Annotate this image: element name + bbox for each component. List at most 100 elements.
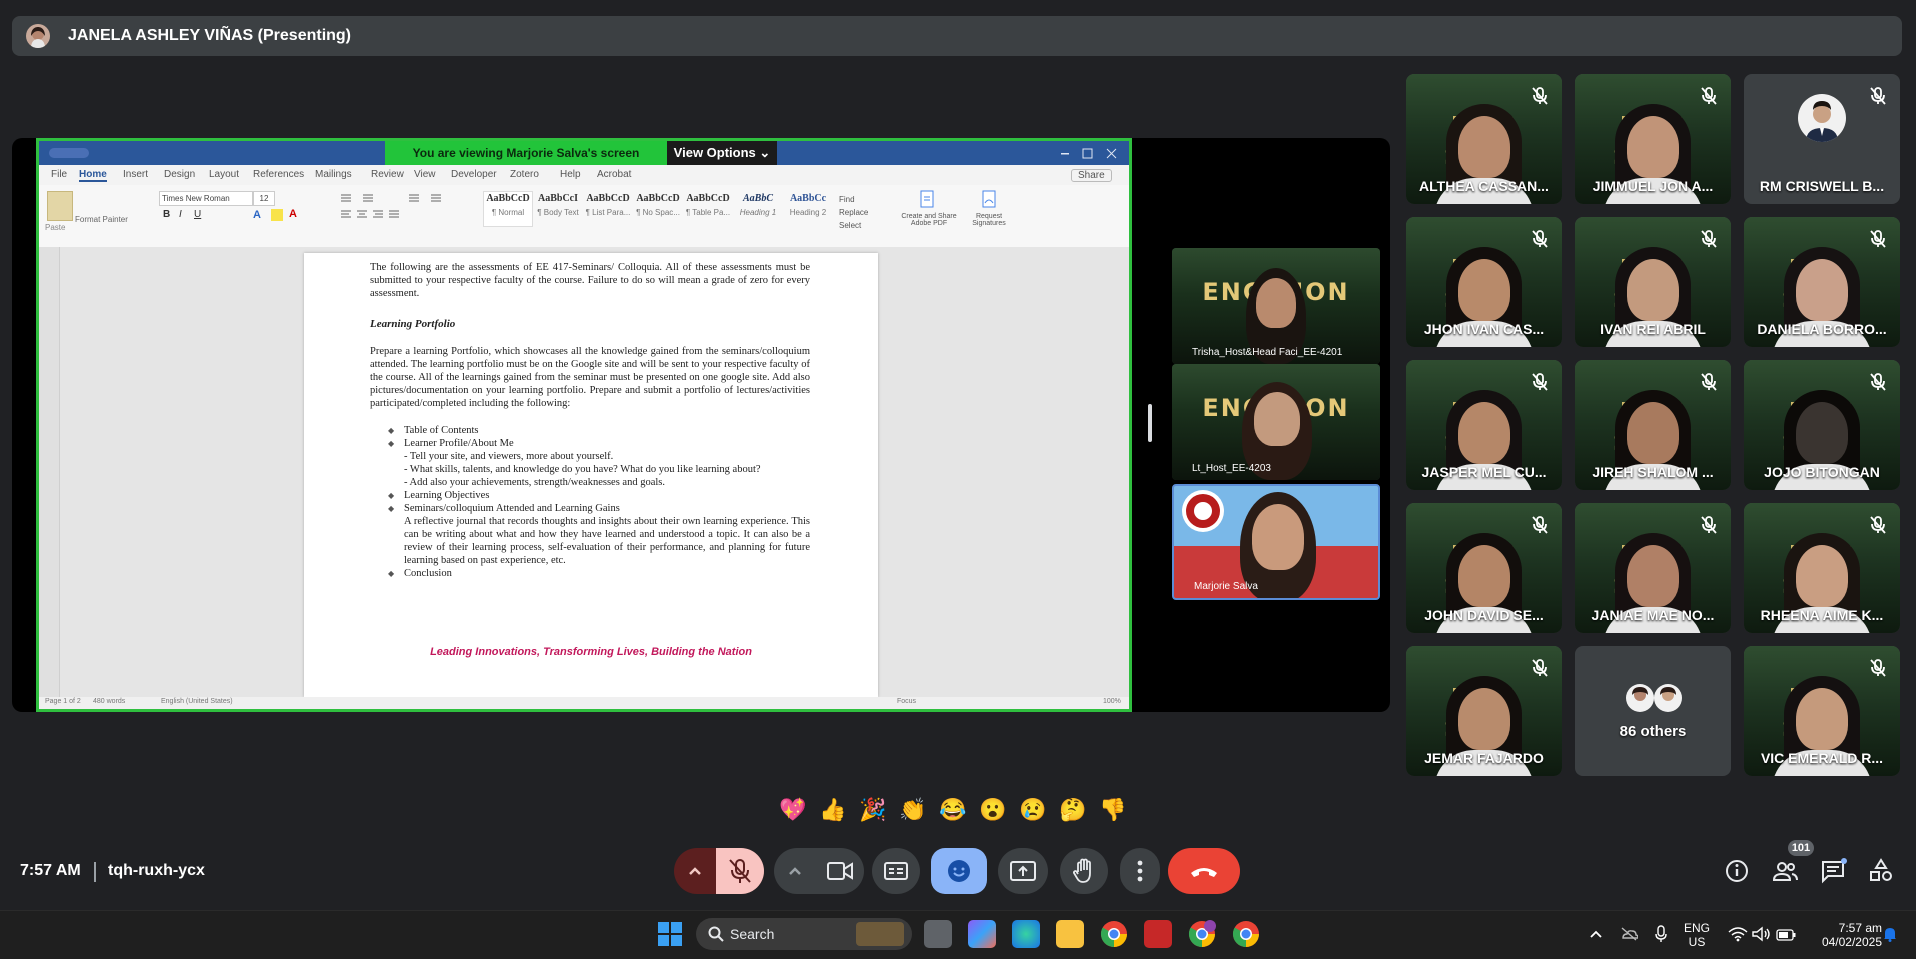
reaction-surprised[interactable]: 😮 (976, 793, 1010, 827)
people-button[interactable] (1770, 856, 1800, 886)
microphone-tray-icon[interactable] (1654, 925, 1668, 943)
participant-tile[interactable]: ENG SIONJIREH SHALOM ... (1575, 360, 1731, 490)
participant-tile[interactable]: ENG SIONJASPER MEL CU... (1406, 360, 1562, 490)
tab-home[interactable]: Home (79, 169, 107, 182)
tray-chevron-up-icon[interactable] (1588, 926, 1604, 942)
onedrive-off-icon[interactable] (1620, 926, 1639, 942)
autosave-toggle[interactable] (49, 148, 89, 158)
mic-off-button[interactable] (716, 848, 764, 894)
task-view-icon[interactable] (924, 920, 952, 948)
file-explorer-icon[interactable] (1056, 920, 1084, 948)
style-table-para[interactable]: AaBbCcD ¶ Table Pa... (683, 191, 733, 227)
find-button[interactable]: Find (839, 193, 868, 206)
leave-call-button[interactable] (1168, 848, 1240, 894)
reaction-thumbs-up[interactable]: 👍 (816, 793, 850, 827)
font-color-icon[interactable]: A (289, 208, 297, 220)
select-button[interactable]: Select (839, 219, 868, 232)
side-video-2[interactable]: ENG SION Lt_Host_EE-4203 (1172, 364, 1380, 480)
font-size-field[interactable]: 12 (253, 191, 275, 206)
tab-file[interactable]: File (51, 169, 67, 180)
split-resize-handle[interactable] (1148, 404, 1152, 442)
style-body-text[interactable]: AaBbCcI ¶ Body Text (533, 191, 583, 227)
side-video-1[interactable]: ENG SION Trisha_Host&Head Faci_EE-4201 (1172, 248, 1380, 364)
chrome-app-icon[interactable] (1232, 920, 1260, 948)
paste-icon[interactable] (47, 191, 73, 221)
volume-icon[interactable] (1752, 926, 1770, 942)
participant-tile[interactable]: ENG SIONRHEENA AIME K... (1744, 503, 1900, 633)
document-page[interactable]: The following are the assessments of EE … (304, 253, 878, 697)
bold-button[interactable]: B (163, 209, 170, 220)
create-share-pdf-button[interactable]: Create and Share Adobe PDF (897, 213, 961, 227)
participant-tile[interactable]: ENG SIONIVAN REI ABRIL (1575, 217, 1731, 347)
participant-tile[interactable]: ENG SIONJHON IVAN CAS... (1406, 217, 1562, 347)
tab-insert[interactable]: Insert (123, 169, 148, 180)
tab-mailings[interactable]: Mailings (315, 169, 352, 180)
system-clock[interactable]: 7:57 am 04/02/2025 (1806, 921, 1882, 949)
participant-tile[interactable]: 86 others (1575, 646, 1731, 776)
camera-options-button[interactable] (774, 848, 816, 894)
participant-tile[interactable]: RM CRISWELL B... (1744, 74, 1900, 204)
notification-bell-icon[interactable] (1882, 926, 1898, 942)
battery-icon[interactable] (1776, 928, 1796, 941)
windows-start-icon[interactable] (656, 920, 684, 948)
tab-help[interactable]: Help (560, 169, 581, 180)
zoom-level[interactable]: 100% (1103, 698, 1121, 705)
tab-references[interactable]: References (253, 169, 304, 180)
emoji-reactions-button[interactable] (931, 848, 987, 894)
request-signatures-button[interactable]: Request Signatures (967, 213, 1011, 227)
meeting-details-button[interactable] (1722, 856, 1752, 886)
reaction-thinking[interactable]: 🤔 (1056, 793, 1090, 827)
snipping-tool-icon[interactable] (1144, 920, 1172, 948)
text-effects-icon[interactable]: A (253, 209, 261, 221)
chrome-icon[interactable] (1100, 920, 1128, 948)
style-heading-1[interactable]: AaBbC Heading 1 (733, 191, 783, 227)
chat-button[interactable] (1818, 856, 1848, 886)
view-options-button[interactable]: View Options ⌄ (667, 141, 777, 165)
mic-options-button[interactable] (674, 848, 716, 894)
reaction-thumbs-down[interactable]: 👎 (1096, 793, 1130, 827)
style-no-spacing[interactable]: AaBbCcD ¶ No Spac... (633, 191, 683, 227)
tab-zotero[interactable]: Zotero (510, 169, 539, 180)
participant-tile[interactable]: ENG SIONJOHN DAVID SE... (1406, 503, 1562, 633)
paragraph-controls[interactable] (339, 191, 469, 223)
editing-group[interactable]: Find Replace Select (839, 193, 868, 232)
participant-tile[interactable]: ENG SIONVIC EMERALD R... (1744, 646, 1900, 776)
reaction-laughing[interactable]: 😂 (936, 793, 970, 827)
highlight-icon[interactable] (271, 209, 283, 221)
window-controls[interactable] (1059, 147, 1119, 159)
underline-button[interactable]: U (194, 209, 201, 220)
share-button[interactable]: Share (1071, 169, 1112, 182)
reaction-party-popper[interactable]: 🎉 (856, 793, 890, 827)
raise-hand-button[interactable] (1060, 848, 1108, 894)
reaction-clapping[interactable]: 👏 (896, 793, 930, 827)
tab-layout[interactable]: Layout (209, 169, 239, 180)
reaction-sparkling-heart[interactable]: 💖 (776, 793, 810, 827)
present-screen-button[interactable] (998, 848, 1048, 894)
replace-button[interactable]: Replace (839, 206, 868, 219)
style-heading-2[interactable]: AaBbCc Heading 2 (783, 191, 833, 227)
participant-tile[interactable]: ENG SIONJANIAE MAE NO... (1575, 503, 1731, 633)
taskbar-search[interactable] (696, 918, 912, 950)
format-painter-label[interactable]: Format Painter (75, 215, 128, 224)
participant-tile[interactable]: ENG SIONJEMAR FAJARDO (1406, 646, 1562, 776)
chrome-profile-icon[interactable] (1188, 920, 1216, 948)
participant-tile[interactable]: ENG SIONDANIELA BORRO... (1744, 217, 1900, 347)
wifi-icon[interactable] (1728, 926, 1748, 942)
participant-tile[interactable]: ENG SIONJIMMUEL JON A... (1575, 74, 1731, 204)
tab-acrobat[interactable]: Acrobat (597, 169, 631, 180)
activities-button[interactable] (1866, 856, 1896, 886)
participant-tile[interactable]: ENG SIONJOJO BITONGAN (1744, 360, 1900, 490)
tab-review[interactable]: Review (371, 169, 404, 180)
captions-button[interactable] (872, 848, 920, 894)
edge-icon[interactable] (1012, 920, 1040, 948)
tab-design[interactable]: Design (164, 169, 195, 180)
side-video-3[interactable]: Marjorie Salva (1172, 484, 1380, 600)
tab-developer[interactable]: Developer (451, 169, 497, 180)
keyboard-language[interactable]: ENG US (1684, 921, 1710, 949)
reaction-sad[interactable]: 😢 (1016, 793, 1050, 827)
shared-screen[interactable]: You are viewing Marjorie Salva's screen … (36, 138, 1132, 712)
camera-button[interactable] (816, 848, 864, 894)
focus-button[interactable]: Focus (897, 698, 916, 705)
participant-tile[interactable]: ENG SIONALTHEA CASSAN... (1406, 74, 1562, 204)
style-list-para[interactable]: AaBbCcD ¶ List Para... (583, 191, 633, 227)
